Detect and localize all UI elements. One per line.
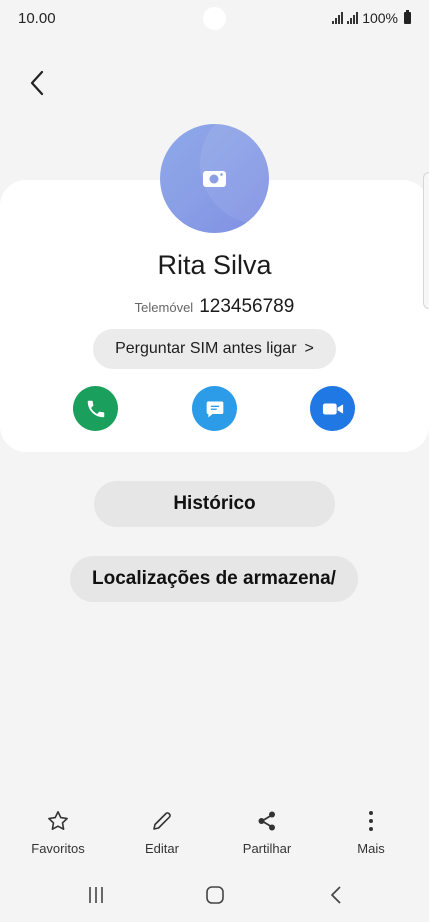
contact-name: Rita Silva (157, 250, 272, 280)
back-icon (331, 886, 341, 904)
battery-icon (404, 10, 411, 24)
scroll-handle[interactable] (423, 172, 429, 309)
status-bar: 10.00 100% (0, 0, 429, 38)
chevron-left-icon (30, 70, 44, 96)
video-icon (322, 403, 343, 414)
star-icon (48, 811, 68, 830)
phone-line[interactable]: Telemóvel 123456789 (0, 296, 429, 318)
phone-icon (87, 400, 104, 417)
call-button[interactable] (73, 386, 118, 431)
back-button[interactable] (22, 66, 52, 100)
phone-type-label: Telemóvel (134, 300, 194, 315)
recent-apps-button[interactable] (82, 882, 110, 908)
favorites-button[interactable]: Favoritos (13, 806, 103, 856)
system-nav-bar (0, 872, 429, 917)
home-icon (206, 886, 224, 904)
message-icon (206, 401, 223, 417)
camera-icon (203, 171, 226, 187)
status-indicators: 100% (332, 10, 411, 26)
share-button[interactable]: Partilhar (222, 806, 312, 856)
storage-locations-button[interactable]: Localizações de armazena/ (70, 556, 358, 602)
share-label: Partilhar (242, 841, 292, 856)
ask-sim-label: Perguntar SIM antes ligar (115, 340, 297, 357)
bottom-action-bar: Favoritos Editar Partilhar Mais (0, 806, 429, 866)
more-vertical-icon (369, 811, 373, 831)
signal-icon-2 (347, 12, 359, 24)
edit-button[interactable]: Editar (117, 806, 207, 856)
pencil-icon (153, 812, 171, 830)
more-button[interactable]: Mais (326, 806, 416, 856)
favorites-label: Favoritos (31, 841, 85, 856)
status-time: 10.00 (18, 10, 56, 27)
phone-number[interactable]: 123456789 (199, 296, 294, 317)
recents-icon (89, 887, 103, 903)
home-button[interactable] (201, 882, 229, 908)
chevron-right-icon: > (304, 340, 314, 357)
battery-percent: 100% (362, 10, 398, 26)
contact-avatar[interactable] (160, 124, 269, 233)
video-call-button[interactable] (310, 386, 355, 431)
front-camera-cutout (203, 7, 226, 30)
system-back-button[interactable] (322, 882, 350, 908)
more-label: Mais (357, 841, 385, 856)
signal-icon (332, 12, 344, 24)
history-button[interactable]: Histórico (94, 481, 335, 527)
ask-sim-button[interactable]: Perguntar SIM antes ligar > (93, 329, 336, 369)
share-icon (258, 811, 275, 831)
message-button[interactable] (192, 386, 237, 431)
edit-label: Editar (145, 841, 179, 856)
